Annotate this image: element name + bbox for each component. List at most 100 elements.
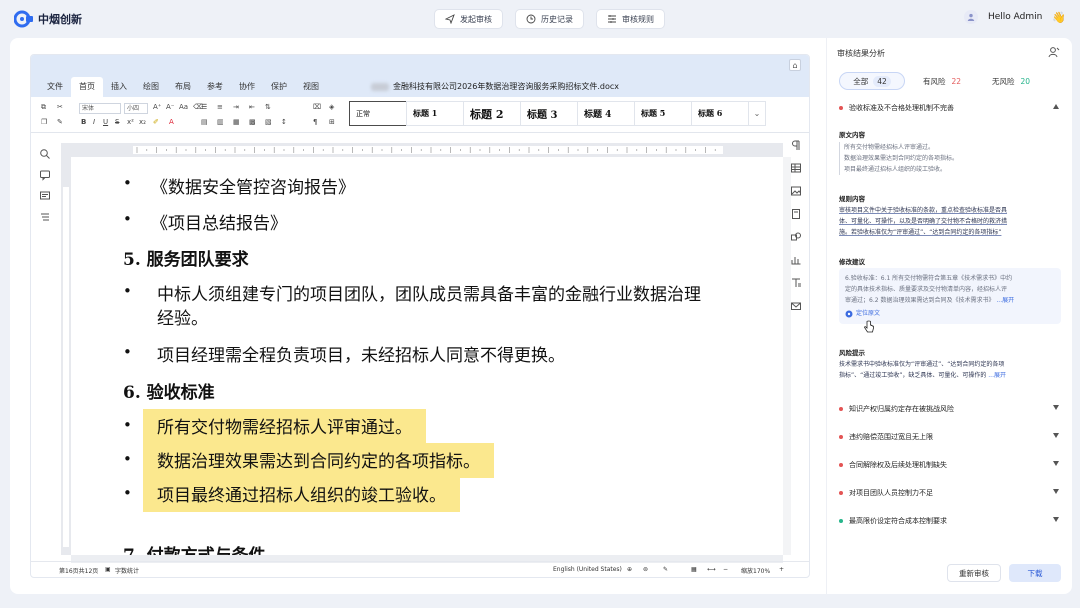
locate-original-button[interactable]: 定位原文 (845, 308, 1055, 319)
menu-references[interactable]: 参考 (199, 77, 231, 97)
issue-item[interactable]: 违约赔偿范围过宽且无上限 (839, 430, 1061, 444)
nav-rules-button[interactable]: 审核规则 (596, 9, 665, 29)
issue-item-expanded[interactable]: 验收标准及不合格处理机制不完善 (839, 101, 1061, 115)
brand-logo[interactable]: 中烟创新 (14, 10, 82, 28)
paragraph-icon[interactable] (790, 139, 802, 151)
zoom-out-icon[interactable]: − (723, 566, 728, 573)
style-more-button[interactable]: ⌄ (748, 101, 766, 126)
issue-item[interactable]: 对项目团队人员控制力不足 (839, 486, 1061, 500)
style-heading-2[interactable]: 标题 2 (463, 101, 521, 126)
menu-draw[interactable]: 绘图 (135, 77, 167, 97)
horizontal-ruler[interactable] (61, 143, 783, 157)
issue-item[interactable]: 知识产权归属约定存在被挑战风险 (839, 402, 1061, 416)
shrink-font-icon[interactable]: A⁻ (166, 103, 174, 111)
tab-all[interactable]: 全部 42 (839, 72, 905, 90)
change-case-icon[interactable]: Aa (179, 103, 188, 111)
expand-link[interactable]: ...展开 (996, 297, 1014, 304)
tab-risk[interactable]: 有风险 22 (911, 72, 973, 90)
bold-icon[interactable]: B (81, 118, 86, 126)
justify-icon[interactable]: ▩ (249, 118, 256, 126)
zoom-level[interactable]: 缩放170% (741, 566, 770, 575)
indent-icon[interactable]: ⇥ (233, 103, 239, 111)
style-heading-3[interactable]: 标题 3 (520, 101, 578, 126)
eraser-icon[interactable]: ⌧ (313, 103, 321, 111)
outdent-icon[interactable]: ⇤ (249, 103, 255, 111)
border-icon[interactable]: ⊞ (329, 118, 335, 126)
pin-icon[interactable]: ⌂ (789, 59, 801, 71)
user-settings-icon[interactable] (1048, 46, 1060, 58)
vertical-ruler[interactable] (61, 157, 71, 555)
paste-icon[interactable]: ⧉ (41, 103, 46, 112)
style-normal[interactable]: 正常 (349, 101, 407, 126)
shapes-icon[interactable] (790, 231, 802, 243)
word-count[interactable]: 字数统计 (115, 566, 139, 575)
tab-no-risk[interactable]: 无风险 20 (979, 72, 1043, 90)
issue-item[interactable]: 最高限价设定符合成本控制要求 (839, 514, 1061, 528)
nav-start-review-button[interactable]: 发起审核 (434, 9, 503, 29)
document-page[interactable]: • 《数据安全管控咨询报告》 • 《项目总结报告》 5. 服务团队要求 • 中标… (71, 173, 783, 555)
bullets-icon[interactable]: ☰ (201, 103, 207, 111)
download-button[interactable]: 下载 (1009, 564, 1061, 582)
line-spacing-icon[interactable]: ↕ (281, 118, 287, 126)
font-color-icon[interactable]: A (169, 118, 174, 126)
nav-history-button[interactable]: 历史记录 (515, 9, 584, 29)
font-name-select[interactable]: 宋体 (79, 103, 121, 114)
hint-expand-link[interactable]: ...展开 (988, 372, 1006, 379)
text-box-icon[interactable] (790, 277, 802, 289)
track-icon[interactable]: ⊚ (643, 566, 648, 573)
style-heading-5[interactable]: 标题 5 (634, 101, 692, 126)
paragraph-mark-icon[interactable]: ¶ (313, 118, 317, 126)
menu-layout[interactable]: 布局 (167, 77, 199, 97)
track-changes-icon[interactable] (39, 190, 51, 202)
expand-icon[interactable] (1053, 405, 1059, 410)
italic-icon[interactable]: I (93, 118, 95, 126)
font-size-select[interactable]: 小四 (124, 103, 148, 114)
search-icon[interactable] (39, 148, 51, 160)
menu-collaborate[interactable]: 协作 (231, 77, 263, 97)
expand-icon[interactable] (1053, 433, 1059, 438)
grow-font-icon[interactable]: A⁺ (153, 103, 161, 111)
menu-view[interactable]: 视图 (295, 77, 327, 97)
shading-icon[interactable]: ◈ (329, 103, 334, 111)
sort-icon[interactable]: ⇅ (265, 103, 271, 111)
collapse-icon[interactable] (1053, 104, 1059, 109)
comment-icon[interactable] (39, 169, 51, 181)
menu-protect[interactable]: 保护 (263, 77, 295, 97)
user-menu[interactable]: Hello Admin 👋 (963, 10, 1066, 24)
menu-file[interactable]: 文件 (39, 77, 71, 97)
expand-icon[interactable] (1053, 489, 1059, 494)
copy-icon[interactable]: ❐ (41, 118, 47, 126)
word-count-icon[interactable]: ▣ (105, 566, 111, 573)
edit-mode-icon[interactable]: ✎ (663, 566, 668, 573)
strikethrough-icon[interactable]: S (115, 118, 119, 126)
highlight-icon[interactable]: ✐ (153, 118, 159, 126)
underline-icon[interactable]: U (103, 118, 108, 126)
numbering-icon[interactable]: ≡ (217, 103, 223, 111)
align-right-icon[interactable]: ▦ (233, 118, 240, 126)
format-painter-icon[interactable]: ✎ (57, 118, 63, 126)
align-left-icon[interactable]: ▤ (201, 118, 208, 126)
fit-width-icon[interactable]: ⟷ (707, 566, 716, 573)
cut-icon[interactable]: ✂ (57, 103, 63, 111)
recheck-button[interactable]: 重新审核 (947, 564, 1001, 582)
view-mode-icon[interactable]: ▦ (691, 566, 697, 573)
distribute-icon[interactable]: ▧ (265, 118, 272, 126)
navigation-pane-icon[interactable] (39, 211, 51, 223)
align-center-icon[interactable]: ▥ (217, 118, 224, 126)
expand-icon[interactable] (1053, 461, 1059, 466)
style-heading-6[interactable]: 标题 6 (691, 101, 749, 126)
superscript-icon[interactable]: x² (127, 118, 134, 126)
page-icon[interactable] (790, 208, 802, 220)
issue-item[interactable]: 合同解除权及后续处理机制缺失 (839, 458, 1061, 472)
menu-insert[interactable]: 插入 (103, 77, 135, 97)
style-heading-1[interactable]: 标题 1 (406, 101, 464, 126)
language[interactable]: English (United States) (553, 566, 622, 573)
chart-icon[interactable] (790, 254, 802, 266)
style-heading-4[interactable]: 标题 4 (577, 101, 635, 126)
expand-icon[interactable] (1053, 517, 1059, 522)
menu-home[interactable]: 首页 (71, 77, 103, 97)
subscript-icon[interactable]: x₂ (139, 118, 146, 126)
mail-icon[interactable] (790, 300, 802, 312)
table-icon[interactable] (790, 162, 802, 174)
zoom-in-icon[interactable]: + (779, 566, 784, 573)
